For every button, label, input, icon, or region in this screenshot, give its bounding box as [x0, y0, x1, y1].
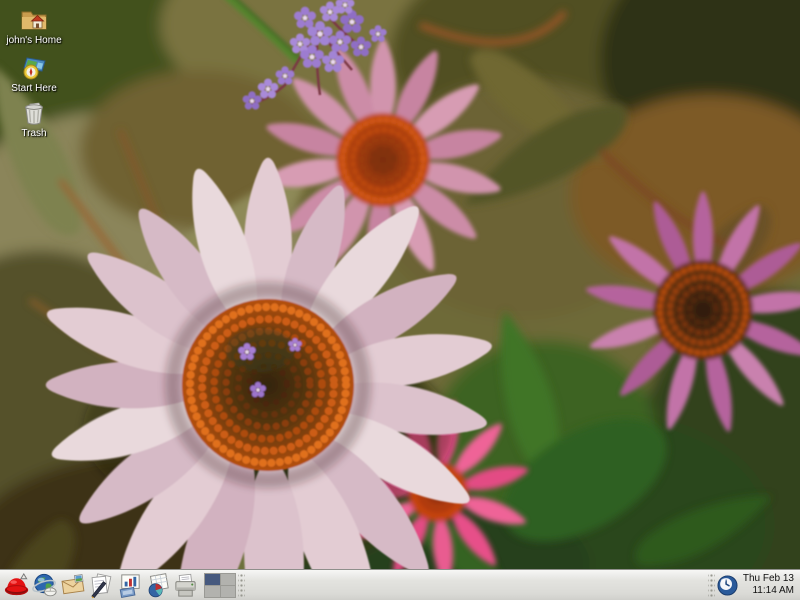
clock-date: Thu Feb 13 — [743, 573, 794, 585]
clock-time: 11:14 AM — [743, 585, 794, 597]
workspace-2[interactable] — [221, 574, 236, 585]
clock-applet[interactable]: Thu Feb 13 11:14 AM — [717, 573, 797, 597]
workspace-4[interactable] — [221, 586, 236, 597]
home-folder-icon — [20, 6, 48, 34]
red-hat-menu-icon — [4, 572, 31, 599]
presentation-chart-icon — [116, 572, 143, 599]
desktop-icon-trash[interactable]: Trash — [2, 99, 66, 139]
workspace-switcher[interactable] — [204, 573, 236, 598]
web-browser-globe-icon — [32, 572, 59, 599]
spreadsheet-button[interactable] — [143, 571, 171, 600]
desktop-icon-start-here[interactable]: Start Here — [2, 54, 66, 94]
wallpaper-coneflowers — [0, 0, 800, 600]
clock-text: Thu Feb 13 11:14 AM — [743, 573, 794, 597]
workspace-1-active[interactable] — [205, 574, 220, 585]
desktop-icon-label: Trash — [21, 128, 46, 139]
email-button[interactable] — [59, 571, 87, 600]
print-manager-button[interactable] — [171, 571, 199, 600]
trash-icon — [20, 99, 48, 127]
desktop-icon-home[interactable]: john's Home — [2, 6, 66, 46]
email-envelope-icon — [60, 572, 87, 599]
clock-icon — [717, 575, 738, 596]
desktop-icon-label: Start Here — [11, 83, 57, 94]
presentation-button[interactable] — [115, 571, 143, 600]
word-processor-pen-icon — [88, 572, 115, 599]
clock-drag-handle[interactable] — [708, 573, 715, 598]
word-processor-button[interactable] — [87, 571, 115, 600]
web-browser-button[interactable] — [31, 571, 59, 600]
workspace-3[interactable] — [205, 586, 220, 597]
start-here-icon — [20, 54, 48, 82]
printer-icon — [172, 572, 199, 599]
bottom-panel: Thu Feb 13 11:14 AM — [0, 569, 800, 600]
applet-drag-handle[interactable] — [238, 573, 245, 598]
desktop-icon-label: john's Home — [6, 35, 61, 46]
spreadsheet-pie-icon — [144, 572, 171, 599]
main-menu-button[interactable] — [3, 571, 31, 600]
